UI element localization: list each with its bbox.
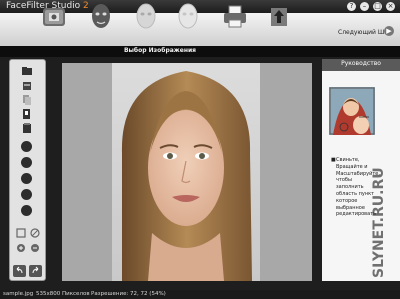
status-resolution: Разрешение: 72, 72 (54%) — [91, 291, 166, 297]
maximize-button[interactable]: □ — [373, 2, 382, 11]
section-title: Выбор Изображения — [123, 47, 197, 54]
face-filter-icon[interactable] — [133, 2, 159, 30]
status-filename: sample.jpg — [3, 291, 34, 297]
help-button[interactable]: ? — [347, 2, 356, 11]
watermark-text: SLYNET.RU.RU — [371, 167, 387, 278]
zoom-in-icon[interactable] — [16, 243, 26, 253]
face-mask-icon[interactable] — [88, 2, 114, 30]
sparkle-icon[interactable] — [21, 205, 32, 216]
cancel-icon[interactable] — [30, 228, 40, 238]
portrait-photo[interactable] — [112, 63, 260, 281]
rotate-icon[interactable] — [21, 80, 33, 92]
guide-thumbnail — [329, 87, 375, 135]
watermark: SLYNET.RU.RU — [371, 167, 387, 278]
copy-icon[interactable] — [21, 94, 33, 106]
fit-icon[interactable] — [16, 228, 26, 238]
open-file-icon[interactable] — [21, 65, 33, 77]
guide-title: Руководство — [341, 60, 381, 67]
undo-icon[interactable] — [13, 265, 26, 277]
next-step-button[interactable]: ▶ — [384, 26, 394, 36]
redo-icon[interactable] — [29, 265, 42, 277]
export-icon[interactable] — [266, 2, 292, 30]
face-outline-icon[interactable] — [175, 2, 201, 30]
paste-icon[interactable] — [21, 122, 33, 134]
print-icon[interactable] — [222, 2, 248, 30]
status-size: 535x800 Пикселов — [36, 291, 90, 297]
zoom-out-icon[interactable] — [30, 243, 40, 253]
pencil-icon[interactable] — [21, 157, 32, 168]
left-tool-panel — [9, 59, 46, 281]
minimize-button[interactable]: – — [360, 2, 369, 11]
close-button[interactable]: × — [386, 2, 395, 11]
target-icon[interactable] — [21, 189, 32, 200]
crop-icon[interactable] — [21, 108, 33, 120]
eraser-icon[interactable] — [21, 173, 32, 184]
open-photo-icon[interactable] — [41, 2, 67, 30]
brush-icon[interactable] — [21, 141, 32, 152]
